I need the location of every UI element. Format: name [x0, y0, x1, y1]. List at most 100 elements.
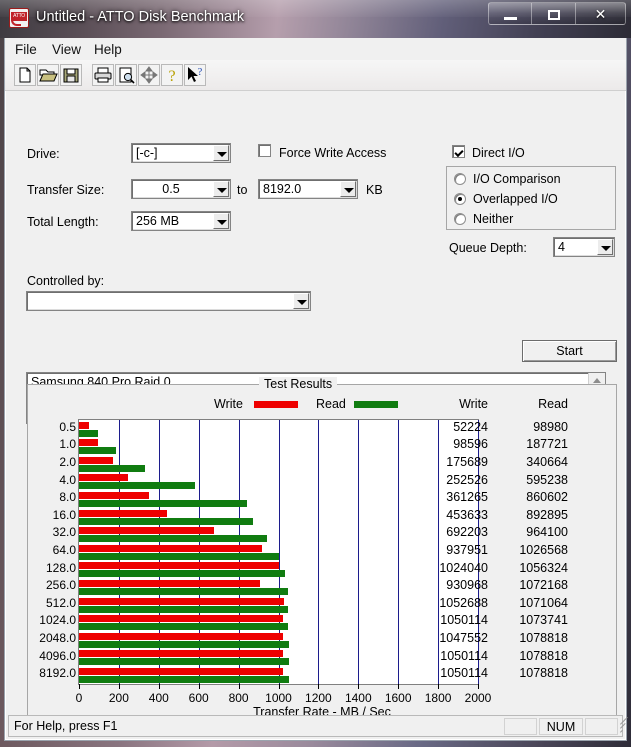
cell-write: 175689: [446, 455, 488, 469]
transfer-size-to-value: 8192.0: [263, 182, 302, 196]
client-area: File View Help ? ? Drive: [-c-] Transfer…: [4, 38, 628, 741]
cell-read: 892895: [526, 507, 568, 522]
open-folder-icon[interactable]: [37, 64, 59, 86]
cell-read: 1078818: [519, 631, 568, 645]
settings-panel: Drive: [-c-] Transfer Size: 0.5 to 8192.…: [8, 92, 623, 424]
chart-row: [79, 474, 478, 492]
queue-depth-value: 4: [558, 240, 565, 254]
transfer-size-unit-label: KB: [366, 183, 383, 197]
total-length-combo[interactable]: 256 MB: [131, 211, 231, 231]
cell-write: 1050114: [440, 666, 488, 681]
chart-y-tick: 1.0: [59, 437, 76, 452]
bar-write: [79, 439, 99, 447]
window-controls: ✕: [488, 2, 626, 27]
chart-row: [79, 439, 478, 457]
chart-row: [79, 421, 478, 440]
print-icon[interactable]: [92, 64, 114, 86]
chart-y-tick: 32.0: [52, 525, 76, 540]
bar-read: [79, 517, 253, 525]
cell-write: 98596: [453, 437, 488, 452]
chart-x-tickmark: [158, 684, 160, 689]
chevron-down-icon[interactable]: [340, 181, 356, 197]
resize-grip-icon[interactable]: [608, 716, 628, 734]
start-button[interactable]: Start: [522, 340, 617, 362]
cell-read: 595238: [526, 472, 568, 487]
queue-depth-label: Queue Depth:: [449, 241, 527, 255]
chevron-down-icon[interactable]: [213, 213, 229, 229]
transfer-size-from-combo[interactable]: 0.5: [131, 179, 231, 199]
bar-read: [79, 447, 116, 455]
bar-write: [79, 667, 284, 675]
help-cursor-icon[interactable]: ?: [184, 64, 206, 86]
cell-read: 1073741: [519, 613, 568, 628]
chart-x-tick: 2000: [464, 691, 492, 705]
transfer-size-to-combo[interactable]: 8192.0: [258, 179, 358, 199]
cell-read: 1072168: [519, 578, 568, 593]
menu-view[interactable]: View: [46, 41, 87, 58]
bar-read: [79, 429, 99, 437]
title-bar[interactable]: ATTO Untitled - ATTO Disk Benchmark ✕: [0, 0, 631, 38]
radio-neither[interactable]: [454, 213, 466, 225]
bar-read: [79, 552, 279, 560]
bar-write: [79, 650, 284, 658]
radio-neither-label[interactable]: Neither: [473, 212, 513, 226]
chart-row: [79, 509, 478, 528]
radio-overlapped-io-label[interactable]: Overlapped I/O: [473, 192, 558, 206]
results-group-title: Test Results: [259, 377, 338, 391]
svg-text:?: ?: [168, 68, 175, 85]
radio-io-comparison-label[interactable]: I/O Comparison: [473, 172, 561, 186]
direct-io-label[interactable]: Direct I/O: [472, 146, 525, 160]
force-write-checkbox[interactable]: [258, 144, 271, 157]
transfer-size-to-label: to: [237, 183, 248, 197]
controlled-by-combo[interactable]: [26, 291, 311, 311]
chart-row: [79, 632, 478, 651]
cell-read: 187721: [526, 437, 568, 452]
bar-read: [79, 499, 247, 507]
controlled-by-label: Controlled by:: [27, 274, 105, 288]
svg-text:?: ?: [198, 67, 203, 78]
bar-read: [79, 675, 290, 683]
maximize-button[interactable]: [532, 2, 576, 25]
chart-x-tickmark: [478, 684, 479, 689]
menu-help[interactable]: Help: [88, 41, 128, 58]
chart-legend: Write Read Write Read: [28, 397, 616, 413]
cell-write: 1050114: [440, 648, 488, 663]
chart-x-tickmark: [358, 684, 360, 689]
minimize-button[interactable]: [488, 2, 532, 25]
chart-row: [79, 579, 478, 598]
app-window: ATTO Untitled - ATTO Disk Benchmark ✕ Fi…: [0, 0, 631, 747]
about-question-icon[interactable]: ?: [161, 64, 183, 86]
queue-depth-combo[interactable]: 4: [553, 237, 615, 257]
bar-write: [79, 544, 262, 552]
radio-overlapped-io[interactable]: [454, 193, 466, 205]
cell-read: 340664: [526, 455, 568, 469]
bar-write: [79, 632, 284, 640]
menu-file[interactable]: File: [9, 41, 43, 58]
cell-read: 1056324: [519, 560, 568, 575]
chart-y-tick: 256.0: [45, 578, 76, 593]
bar-read: [79, 640, 290, 648]
radio-io-comparison[interactable]: [454, 173, 466, 185]
bar-write: [79, 562, 279, 570]
move-arrows-icon[interactable]: [138, 64, 160, 86]
close-button[interactable]: ✕: [576, 2, 626, 25]
cell-write: 1052688: [439, 595, 488, 610]
tool-bar: ? ?: [5, 60, 626, 91]
print-preview-icon[interactable]: [115, 64, 137, 86]
chart-y-tick: 4096.0: [39, 648, 76, 663]
chevron-down-icon[interactable]: [597, 239, 613, 255]
save-disk-icon[interactable]: [60, 64, 82, 86]
chevron-down-icon[interactable]: [293, 293, 309, 309]
new-icon[interactable]: [14, 64, 36, 86]
force-write-label[interactable]: Force Write Access: [279, 146, 386, 160]
chart-y-tick: 64.0: [52, 543, 76, 557]
drive-combo[interactable]: [-c-]: [131, 143, 231, 163]
direct-io-checkbox[interactable]: [452, 145, 465, 158]
chevron-down-icon[interactable]: [213, 145, 229, 161]
cell-write: 1050114: [440, 613, 488, 628]
bar-read: [79, 464, 146, 472]
cell-read: 1071064: [519, 595, 568, 610]
cell-read: 98980: [533, 419, 568, 434]
chevron-down-icon[interactable]: [213, 181, 229, 197]
bar-read: [79, 570, 285, 578]
